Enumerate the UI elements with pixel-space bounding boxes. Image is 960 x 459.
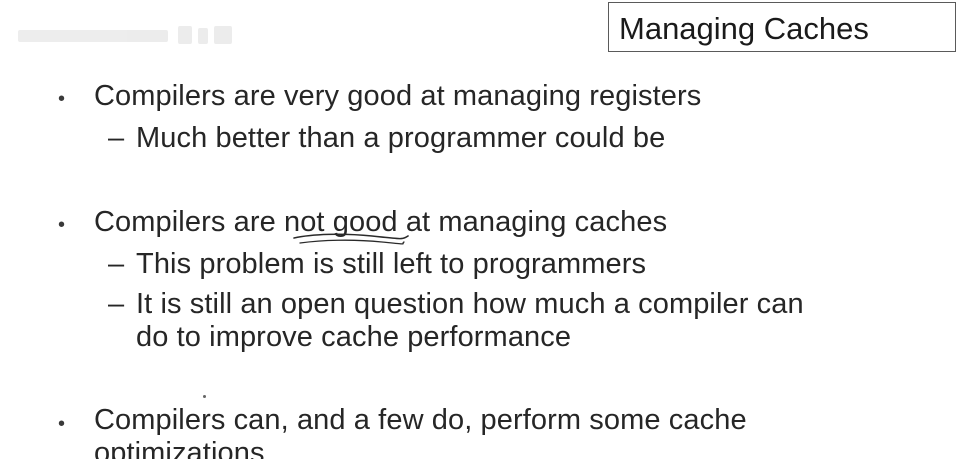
bullet-1-text: Compilers are very good at managing regi…	[94, 80, 702, 112]
sub-bullet-text: This problem is still left to programmer…	[136, 248, 647, 280]
handwritten-underline-annotation	[293, 233, 409, 245]
sub-bullet-2-2: – It is still an open question how much a…	[108, 288, 804, 321]
dash-marker: –	[108, 288, 125, 320]
bullet-2-text-before: Compilers are	[94, 206, 284, 238]
sub-bullet-2-1: – This problem is still left to programme…	[108, 248, 646, 281]
bullet-marker: •	[58, 413, 66, 435]
sub-bullet-2-2-continuation: do to improve cache performance	[136, 321, 572, 353]
ink-speck	[203, 395, 206, 398]
sub-bullet-text: It is still an open question how much a …	[136, 288, 804, 320]
bullet-3-continuation: optimizations	[94, 437, 265, 459]
sub-bullet-text: Much better than a programmer could be	[136, 122, 666, 154]
bullet-marker: •	[58, 214, 66, 236]
watermark-logo	[18, 24, 238, 48]
sub-bullet-1-1: – Much better than a programmer could be	[108, 122, 665, 155]
dash-marker: –	[108, 248, 125, 280]
bullet-marker: •	[58, 88, 66, 110]
bullet-2-text-after: at managing caches	[397, 206, 668, 238]
slide: Managing Caches • Compilers are very goo…	[0, 0, 960, 459]
title-box: Managing Caches	[608, 2, 956, 52]
slide-title: Managing Caches	[619, 11, 869, 46]
dash-marker: –	[108, 122, 125, 154]
bullet-3-text: Compilers can, and a few do, perform som…	[94, 404, 747, 436]
